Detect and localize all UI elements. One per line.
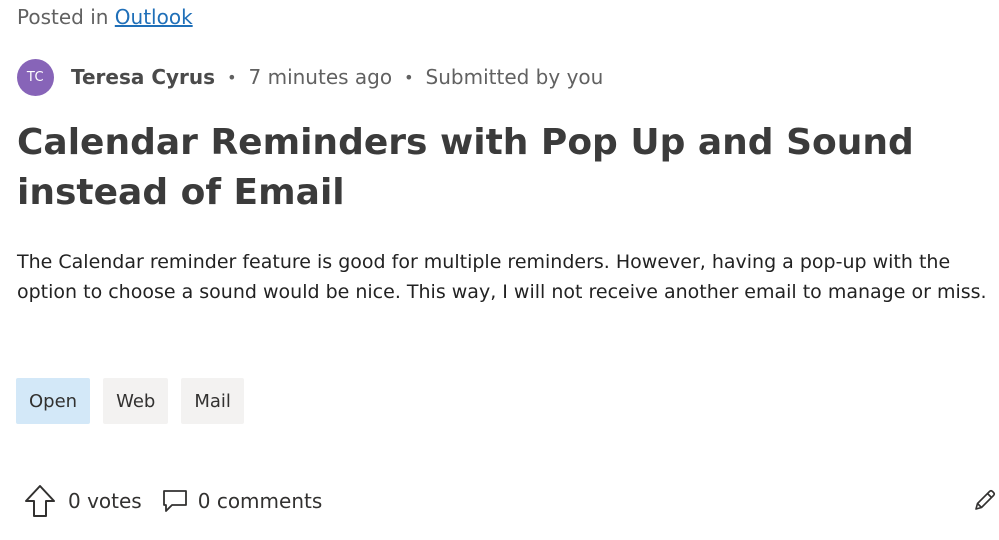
upvote-arrow-icon[interactable] xyxy=(24,483,56,519)
separator-dot: • xyxy=(404,67,414,87)
status-badge[interactable]: Open xyxy=(16,378,91,424)
tag-web[interactable]: Web xyxy=(103,378,169,424)
posted-in-line: Posted in Outlook xyxy=(17,5,193,29)
post-title: Calendar Reminders with Pop Up and Sound… xyxy=(17,122,914,213)
avatar[interactable]: TC xyxy=(17,58,54,96)
comments-count[interactable]: 0 comments xyxy=(198,489,323,513)
tag-mail[interactable]: Mail xyxy=(181,378,244,424)
edit-button[interactable] xyxy=(972,487,998,513)
comment-icon[interactable] xyxy=(162,488,188,514)
separator-dot: • xyxy=(227,67,237,87)
pencil-icon xyxy=(975,489,996,510)
posted-in-label: Posted in xyxy=(17,5,109,29)
submitted-by: Submitted by you xyxy=(425,65,604,89)
post-meta: TC Teresa Cyrus • 7 minutes ago • Submit… xyxy=(17,58,603,96)
votes-count: 0 votes xyxy=(68,489,142,513)
post-time: 7 minutes ago xyxy=(248,65,393,89)
post-description: The Calendar reminder feature is good fo… xyxy=(17,251,987,303)
author-name[interactable]: Teresa Cyrus xyxy=(71,65,215,89)
tag-list: Open Web Mail xyxy=(16,378,244,424)
category-link-outlook[interactable]: Outlook xyxy=(115,5,193,29)
post-footer: 0 votes 0 comments xyxy=(24,483,322,519)
